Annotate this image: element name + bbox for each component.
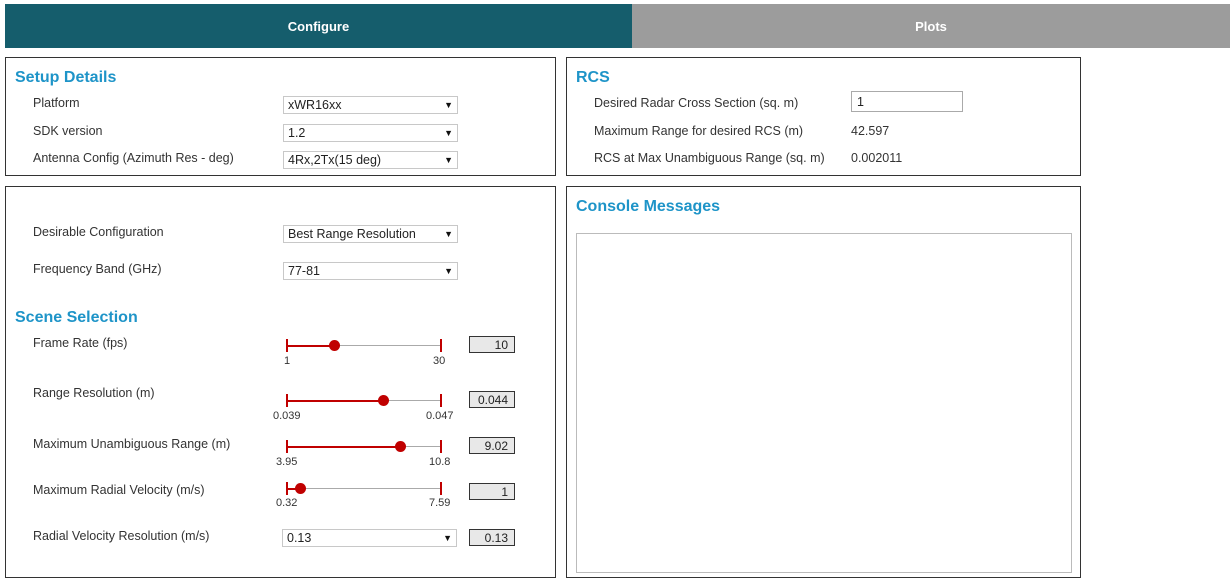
frame-rate-min: 1 [284, 355, 291, 367]
chevron-down-icon: ▼ [444, 100, 453, 110]
slider-fill [287, 400, 384, 402]
velocity-resolution-select[interactable]: 0.13 ▼ [282, 529, 457, 547]
slider-thumb[interactable] [295, 483, 307, 494]
rcs-panel: RCS Desired Radar Cross Section (sq. m) … [566, 57, 1081, 176]
chevron-down-icon: ▼ [444, 128, 453, 138]
frequency-band-label: Frequency Band (GHz) [33, 262, 162, 276]
frame-rate-max: 30 [433, 355, 446, 367]
frequency-band-select[interactable]: 77-81 ▼ [283, 262, 458, 280]
scene-selection-title: Scene Selection [15, 309, 138, 326]
slider-fill [287, 446, 401, 448]
range-resolution-value: 0.044 [469, 391, 515, 408]
antenna-config-value: 4Rx,2Tx(15 deg) [288, 153, 382, 167]
range-resolution-slider[interactable] [286, 394, 442, 408]
max-unambiguous-range-slider[interactable] [286, 440, 442, 454]
configuration-panel: Desirable Configuration Best Range Resol… [5, 186, 556, 578]
rcs-title: RCS [576, 69, 610, 86]
chevron-down-icon: ▼ [444, 229, 453, 239]
slider-thumb[interactable] [395, 441, 407, 452]
platform-value: xWR16xx [288, 98, 342, 112]
desired-rcs-input[interactable] [851, 91, 963, 112]
setup-details-title: Setup Details [15, 69, 117, 86]
platform-select[interactable]: xWR16xx ▼ [283, 96, 458, 114]
antenna-config-label: Antenna Config (Azimuth Res - deg) [33, 151, 234, 165]
chevron-down-icon: ▼ [443, 533, 452, 543]
max-radial-velocity-max: 7.59 [429, 497, 451, 509]
rcs-at-max-label: RCS at Max Unambiguous Range (sq. m) [594, 151, 825, 165]
frame-rate-value: 10 [469, 336, 515, 353]
console-messages-area[interactable] [576, 233, 1072, 573]
velocity-resolution-value: 0.13 [469, 529, 515, 546]
slider-thumb[interactable] [377, 395, 389, 406]
chevron-down-icon: ▼ [444, 266, 453, 276]
velocity-resolution-label: Radial Velocity Resolution (m/s) [33, 529, 210, 543]
setup-details-panel: Setup Details Platform xWR16xx ▼ SDK ver… [5, 57, 556, 176]
sdk-version-select[interactable]: 1.2 ▼ [283, 124, 458, 142]
tab-configure[interactable]: Configure [5, 4, 632, 48]
max-unambiguous-range-min: 3.95 [276, 456, 298, 468]
desired-rcs-label: Desired Radar Cross Section (sq. m) [594, 96, 799, 110]
chevron-down-icon: ▼ [444, 155, 453, 165]
max-unambiguous-range-label: Maximum Unambiguous Range (m) [33, 437, 231, 451]
max-range-label: Maximum Range for desired RCS (m) [594, 124, 804, 138]
max-radial-velocity-min: 0.32 [276, 497, 298, 509]
console-messages-title: Console Messages [576, 198, 721, 215]
frame-rate-label: Frame Rate (fps) [33, 336, 128, 350]
range-resolution-min: 0.039 [273, 410, 301, 422]
desirable-configuration-value: Best Range Resolution [288, 227, 416, 241]
sdk-version-label: SDK version [33, 124, 103, 138]
max-unambiguous-range-value: 9.02 [469, 437, 515, 454]
range-resolution-max: 0.047 [426, 410, 454, 422]
antenna-config-select[interactable]: 4Rx,2Tx(15 deg) ▼ [283, 151, 458, 169]
range-resolution-label: Range Resolution (m) [33, 386, 155, 400]
max-range-value: 42.597 [851, 124, 890, 138]
tab-plots[interactable]: Plots [632, 4, 1230, 48]
frequency-band-value: 77-81 [288, 264, 320, 278]
desirable-configuration-label: Desirable Configuration [33, 225, 164, 239]
desirable-configuration-select[interactable]: Best Range Resolution ▼ [283, 225, 458, 243]
platform-label: Platform [33, 96, 80, 110]
max-radial-velocity-slider[interactable] [286, 482, 442, 496]
max-unambiguous-range-max: 10.8 [429, 456, 451, 468]
velocity-resolution-select-value: 0.13 [287, 531, 312, 545]
max-radial-velocity-label: Maximum Radial Velocity (m/s) [33, 483, 205, 497]
rcs-at-max-value: 0.002011 [851, 151, 903, 165]
sdk-version-value: 1.2 [288, 126, 306, 140]
slider-thumb[interactable] [329, 340, 341, 351]
slider-fill [287, 345, 335, 347]
frame-rate-slider[interactable] [286, 339, 442, 353]
max-radial-velocity-value: 1 [469, 483, 515, 500]
